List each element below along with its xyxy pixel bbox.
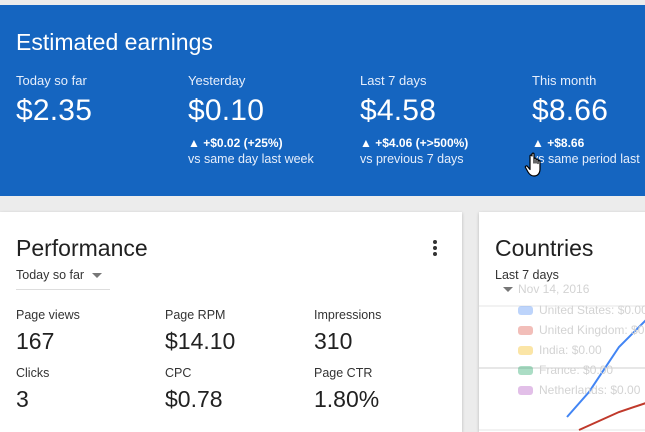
more-options-icon[interactable] xyxy=(430,240,440,258)
stat-value: $0.10 xyxy=(188,94,265,127)
legend-swatch xyxy=(518,366,533,376)
legend-item: United Kingdom: $0.00 xyxy=(518,320,645,340)
chevron-down-icon xyxy=(92,273,103,279)
legend-item: Netherlands: $0.00 xyxy=(518,380,645,400)
tooltip-date: Nov 14, 2016 xyxy=(518,282,590,296)
stat-value: $8.66 xyxy=(532,94,609,127)
legend-label: India: $0.00 xyxy=(539,343,602,357)
stat-label: Last 7 days xyxy=(360,73,427,88)
hand-cursor-icon xyxy=(524,152,541,177)
legend-swatch xyxy=(518,306,533,316)
legend-item: United States: $0.00 xyxy=(518,300,645,320)
metric-page-views[interactable]: Page views 167 xyxy=(16,308,80,355)
metric-value: 310 xyxy=(314,328,353,354)
metric-label: Page RPM xyxy=(165,308,226,322)
stat-label: Yesterday xyxy=(188,73,246,88)
countries-card: Countries Last 7 days Nov 14, 2016 Unite… xyxy=(479,212,645,432)
metric-value: 3 xyxy=(16,386,29,412)
stat-today[interactable]: Today so far $2.35 xyxy=(16,73,92,128)
metric-page-ctr[interactable]: Page CTR 1.80% xyxy=(314,366,379,413)
dropdown-label: Last 7 days xyxy=(495,268,559,282)
dropdown-label: Today so far xyxy=(16,268,85,282)
metric-page-rpm[interactable]: Page RPM $14.10 xyxy=(165,308,235,355)
metric-impressions[interactable]: Impressions 310 xyxy=(314,308,381,355)
metric-label: CPC xyxy=(165,366,192,380)
metric-label: Page CTR xyxy=(314,366,373,380)
metric-value: $14.10 xyxy=(165,328,236,354)
metric-value: 1.80% xyxy=(314,386,380,412)
metric-value: $0.78 xyxy=(165,386,223,412)
stat-yesterday[interactable]: Yesterday $0.10 ▲ +$0.02 (+25%) vs same … xyxy=(188,73,314,166)
stat-label: This month xyxy=(532,73,597,88)
metric-label: Impressions xyxy=(314,308,382,322)
metric-label: Clicks xyxy=(16,366,50,380)
stat-change: ▲ +$4.06 (+>500%) xyxy=(360,136,469,150)
performance-card: Performance Today so far Page views 167 … xyxy=(0,212,462,432)
legend-item: France: $0.00 xyxy=(518,360,645,380)
stat-change: ▲ +$8.66 xyxy=(532,136,585,150)
metric-value: 167 xyxy=(16,328,55,354)
performance-range-dropdown[interactable]: Today so far xyxy=(16,268,110,290)
series-line-united-kingdom xyxy=(578,402,645,431)
legend-label: United Kingdom: $0.00 xyxy=(539,323,645,337)
stat-compare: vs same period last xyxy=(532,152,640,166)
performance-title: Performance xyxy=(16,235,148,261)
stat-value: $4.58 xyxy=(360,94,437,127)
stat-compare: vs previous 7 days xyxy=(360,152,464,166)
metric-cpc[interactable]: CPC $0.78 xyxy=(165,366,223,413)
earnings-title: Estimated earnings xyxy=(16,29,213,55)
stat-value: $2.35 xyxy=(16,94,93,127)
legend-label: France: $0.00 xyxy=(539,363,614,377)
metric-clicks[interactable]: Clicks 3 xyxy=(16,366,49,413)
metric-label: Page views xyxy=(16,308,80,322)
legend-item: India: $0.00 xyxy=(518,340,645,360)
chart-tooltip: Nov 14, 2016 United States: $0.00 United… xyxy=(518,282,645,400)
stat-compare: vs same day last week xyxy=(188,152,314,166)
earnings-banner: Estimated earnings Today so far $2.35 Ye… xyxy=(0,5,645,196)
stat-label: Today so far xyxy=(16,73,87,88)
stat-this-month[interactable]: This month $8.66 ▲ +$8.66 vs same period… xyxy=(532,73,640,166)
legend-label: Netherlands: $0.00 xyxy=(539,383,641,397)
legend-label: United States: $0.00 xyxy=(539,303,645,317)
legend-swatch xyxy=(518,346,533,356)
legend-swatch xyxy=(518,326,533,336)
stat-last-7-days[interactable]: Last 7 days $4.58 ▲ +$4.06 (+>500%) vs p… xyxy=(360,73,468,166)
legend-swatch xyxy=(518,386,533,396)
countries-title: Countries xyxy=(495,235,594,261)
stat-change: ▲ +$0.02 (+25%) xyxy=(188,136,283,150)
